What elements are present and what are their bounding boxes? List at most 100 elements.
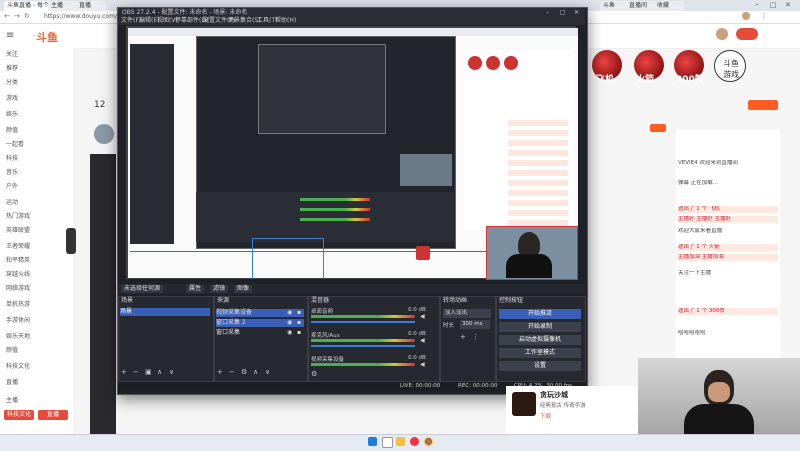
menu-icon[interactable]: ≡ [6, 30, 18, 41]
maximize-icon[interactable]: □ [770, 1, 777, 9]
minimize-icon[interactable]: – [755, 0, 759, 9]
chrome-icon[interactable] [424, 437, 433, 446]
avatar[interactable] [742, 12, 750, 20]
sidebar-item[interactable]: 热门游戏 [6, 212, 72, 221]
sidebar-item[interactable]: 英雄联盟 [6, 226, 72, 235]
move-up-icon[interactable]: ∧ [157, 368, 162, 376]
studio-mode-button[interactable]: 工作室模式 [499, 348, 581, 358]
remove-scene-icon[interactable]: − [133, 368, 139, 376]
sidebar-item[interactable]: 穿越火线 [6, 270, 72, 279]
add-scene-icon[interactable]: + [121, 368, 127, 376]
obs-icon[interactable] [410, 437, 419, 446]
sidebar-item[interactable]: 单机热游 [6, 300, 72, 309]
properties-button[interactable]: 属性 [186, 285, 205, 293]
sidebar-item[interactable]: 音乐 [6, 168, 72, 177]
browser-tab[interactable]: 直播 [76, 1, 106, 11]
eye-icon[interactable]: ◉ [287, 309, 292, 316]
obs-minimize-icon[interactable]: – [546, 8, 549, 17]
obs-close-icon[interactable]: ✕ [574, 8, 579, 17]
sidebar-anchor-button[interactable]: 直播 [38, 410, 68, 420]
lock-icon[interactable]: ▪ [297, 309, 301, 316]
remove-source-icon[interactable]: − [229, 368, 235, 376]
eye-icon[interactable]: ◉ [287, 329, 292, 336]
back-icon[interactable]: ← [4, 12, 10, 20]
file-explorer-icon[interactable] [396, 437, 405, 446]
sidebar-item[interactable]: 手游休闲 [6, 316, 72, 325]
streamer-avatar[interactable] [94, 124, 114, 144]
speaker-icon[interactable]: ◀ [420, 337, 425, 344]
source-label: 窗口采集 2 [216, 319, 246, 326]
settings-button[interactable]: 设置 [499, 361, 581, 371]
refresh-icon[interactable]: ↻ [24, 12, 30, 20]
sidebar-item[interactable]: 科技 [6, 154, 72, 163]
volume-slider[interactable] [311, 345, 415, 347]
menu-help[interactable]: 帮助(H) [275, 17, 296, 25]
transition-select[interactable]: 淡入淡出 [443, 309, 491, 318]
user-avatar[interactable] [716, 28, 728, 40]
sidebar-item[interactable]: 颜值 [6, 126, 72, 135]
scene-filter-icon[interactable]: ▣ [145, 368, 152, 376]
chat-message: 主播好 主播好 主播好 [678, 216, 778, 223]
sidebar-item[interactable]: 一起看 [6, 140, 72, 149]
browser-tab[interactable]: 斗鱼 [600, 1, 628, 11]
move-down-icon[interactable]: ∨ [169, 368, 174, 376]
move-up-icon[interactable]: ∧ [253, 368, 258, 376]
browser-tab[interactable]: 直播间 [626, 1, 656, 11]
scenes-title: 场景 [121, 297, 134, 304]
game-download-link[interactable]: 下载 [540, 412, 551, 420]
image-button[interactable]: 图像 [234, 285, 253, 293]
sidebar-item[interactable]: 分类 [6, 78, 72, 87]
source-settings-icon[interactable]: ⚙ [241, 368, 247, 376]
sidebar-item[interactable]: 主播 [6, 396, 72, 405]
scene-item[interactable]: 场景 [120, 308, 210, 316]
move-down-icon[interactable]: ∨ [265, 368, 270, 376]
forward-icon[interactable]: → [14, 12, 20, 20]
transition-menu-icon[interactable]: ⋮ [472, 333, 479, 341]
sidebar-item[interactable]: 直播 [6, 378, 72, 387]
sidebar-item[interactable]: 运动 [6, 198, 72, 207]
menu-scene-collection[interactable]: 场景集合(S) [228, 17, 261, 25]
start-streaming-button[interactable]: 开始推流 [499, 309, 581, 319]
add-transition-icon[interactable]: + [460, 333, 466, 341]
douyu-logo[interactable]: 斗鱼 [36, 29, 58, 45]
sidebar-item[interactable]: 娱乐 [6, 110, 72, 119]
mixer-settings-icon[interactable]: ⚙ [311, 370, 317, 378]
lock-icon[interactable]: ▪ [297, 319, 301, 326]
browser-tab[interactable]: 主播 [48, 1, 78, 11]
sidebar-item[interactable]: 颜值 [6, 346, 72, 355]
menu-dots-icon[interactable]: ⋮ [760, 12, 767, 20]
mixer-channel-name: 视频采集设备 [311, 357, 345, 363]
virtual-camera-button[interactable]: 启动虚拟摄像机 [499, 335, 581, 345]
sidebar-item[interactable]: 游戏 [6, 94, 72, 103]
sidebar-item[interactable]: 和平精英 [6, 256, 72, 265]
browser-tab[interactable]: 斗鱼直播 - 每个人... [4, 1, 50, 11]
obs-maximize-icon[interactable]: □ [560, 8, 566, 17]
sidebar-item[interactable]: 户外 [6, 182, 72, 191]
sidebar-live-button[interactable]: 科技文化 [4, 410, 34, 420]
close-icon[interactable]: ✕ [785, 1, 791, 9]
windows-icon[interactable] [368, 437, 377, 446]
sidebar-item[interactable]: 关注 [6, 50, 72, 59]
start-recording-button[interactable]: 开始录制 [499, 322, 581, 332]
browser-tab[interactable]: 收藏 [654, 1, 684, 11]
add-source-icon[interactable]: + [217, 368, 223, 376]
sidebar-item[interactable]: 网络游戏 [6, 284, 72, 293]
follow-button[interactable] [748, 100, 778, 110]
sidebar-item[interactable]: 王者荣耀 [6, 242, 72, 251]
eye-icon[interactable]: ◉ [287, 319, 292, 326]
sidebar-collapse-handle[interactable] [66, 228, 76, 254]
search-icon[interactable] [382, 437, 393, 448]
sidebar-item[interactable]: 科技文化 [6, 362, 72, 371]
volume-slider[interactable] [311, 321, 415, 323]
rec-status: REC: 00:00:00 [458, 383, 498, 389]
source-label: 视频采集设备 [216, 309, 253, 316]
subscribe-button[interactable] [650, 124, 666, 132]
speaker-icon[interactable]: ◀ [420, 313, 425, 320]
sidebar-item[interactable]: 推荐 [6, 64, 72, 73]
speaker-icon[interactable]: ◀ [420, 361, 425, 368]
filters-button[interactable]: 滤镜 [210, 285, 229, 293]
sidebar-item[interactable]: 娱乐天地 [6, 332, 72, 341]
duration-input[interactable]: 300 ms [460, 320, 490, 329]
lock-icon[interactable]: ▪ [297, 329, 301, 336]
upload-button[interactable] [736, 28, 758, 40]
